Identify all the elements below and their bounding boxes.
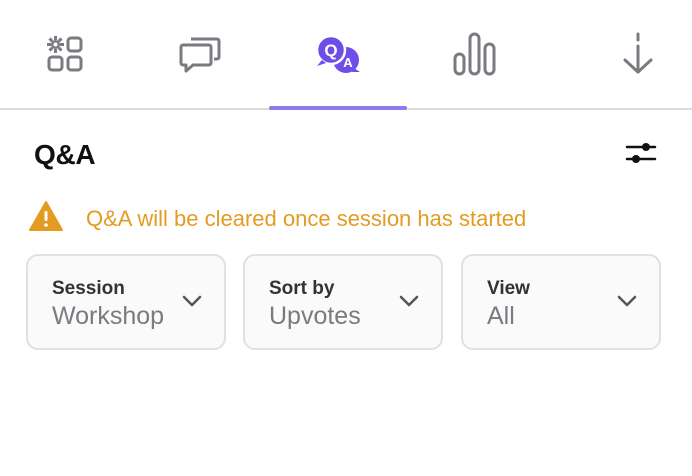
tab-bar: Q A — [0, 0, 692, 110]
tab-apps[interactable] — [0, 0, 130, 108]
tab-qa[interactable]: Q A — [269, 0, 407, 110]
tab-download[interactable] — [584, 0, 692, 108]
warning-triangle-icon — [28, 200, 64, 237]
sort-by-dropdown-label: Sort by — [269, 278, 335, 299]
chevron-down-icon — [182, 294, 202, 312]
view-dropdown[interactable]: View All — [461, 254, 661, 350]
panel-header: Q&A — [34, 138, 658, 172]
chat-icon — [179, 35, 221, 73]
download-icon — [621, 32, 655, 76]
panel-title: Q&A — [34, 139, 96, 170]
sliders-icon — [625, 139, 657, 172]
bar-chart-icon — [453, 32, 497, 76]
view-dropdown-label: View — [487, 278, 530, 299]
svg-text:A: A — [343, 55, 353, 70]
session-dropdown-value: Workshop — [52, 302, 165, 330]
qa-icon: Q A — [314, 34, 362, 74]
apps-icon — [46, 35, 84, 73]
warning-text: Q&A will be cleared once session has sta… — [86, 205, 527, 231]
chevron-down-icon — [617, 294, 637, 312]
tab-chat[interactable] — [130, 0, 269, 108]
session-dropdown-label: Session — [52, 278, 125, 299]
sort-by-dropdown-value: Upvotes — [269, 302, 361, 330]
view-dropdown-value: All — [487, 302, 515, 330]
warning-banner: Q&A will be cleared once session has sta… — [28, 200, 526, 237]
filter-settings-button[interactable] — [624, 138, 658, 172]
sort-by-dropdown[interactable]: Sort by Upvotes — [243, 254, 443, 350]
svg-text:Q: Q — [324, 41, 337, 60]
chevron-down-icon — [399, 294, 419, 312]
session-dropdown[interactable]: Session Workshop — [26, 254, 226, 350]
tab-polls[interactable] — [407, 0, 543, 108]
